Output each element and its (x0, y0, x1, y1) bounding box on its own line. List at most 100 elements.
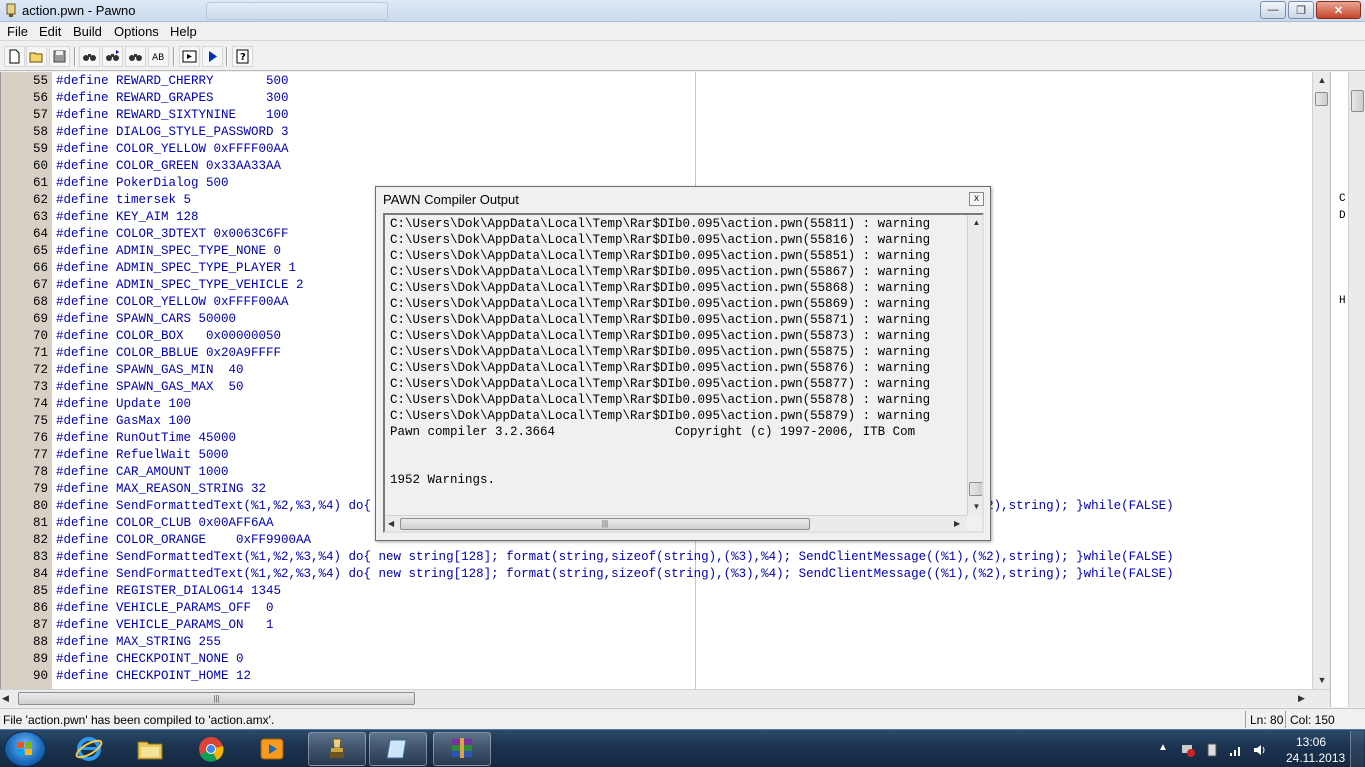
code-line[interactable]: #define COLOR_BOX 0x00000050 (56, 329, 281, 343)
output-horizontal-thumb[interactable]: ||| (400, 518, 810, 530)
output-line[interactable]: C:\Users\Dok\AppData\Local\Temp\Rar$DIb0… (390, 233, 930, 247)
code-line[interactable]: #define SendFormattedText(%1,%2,%3,%4) d… (56, 550, 1174, 564)
compiler-output-list[interactable]: C:\Users\Dok\AppData\Local\Temp\Rar$DIb0… (383, 213, 984, 533)
background-window-tab[interactable] (206, 2, 388, 20)
compile-run-icon[interactable] (202, 46, 223, 67)
scroll-down-icon[interactable]: ▼ (1313, 672, 1331, 689)
code-line[interactable]: #define DIALOG_STYLE_PASSWORD 3 (56, 125, 289, 139)
code-line[interactable]: #define KEY_AIM 128 (56, 210, 199, 224)
code-line[interactable]: #define ADMIN_SPEC_TYPE_PLAYER 1 (56, 261, 296, 275)
media-player-icon[interactable] (243, 732, 301, 766)
editor-horizontal-scrollbar[interactable]: ◀ ||| ▶ (0, 689, 1330, 707)
scroll-right-icon[interactable]: ▶ (1298, 690, 1312, 707)
output-horizontal-scrollbar[interactable]: ◀ ||| ▶ (385, 515, 967, 531)
minimize-button[interactable]: — (1260, 1, 1286, 19)
code-line[interactable]: #define VEHICLE_PARAMS_ON 1 (56, 618, 274, 632)
goto-icon[interactable]: AB (148, 46, 169, 67)
replace-icon[interactable] (125, 46, 146, 67)
output-line[interactable]: C:\Users\Dok\AppData\Local\Temp\Rar$DIb0… (390, 409, 930, 423)
pawno-icon[interactable] (308, 732, 366, 766)
output-line[interactable]: C:\Users\Dok\AppData\Local\Temp\Rar$DIb0… (390, 217, 930, 231)
output-line[interactable]: C:\Users\Dok\AppData\Local\Temp\Rar$DIb0… (390, 329, 930, 343)
output-line[interactable]: C:\Users\Dok\AppData\Local\Temp\Rar$DIb0… (390, 281, 930, 295)
code-line[interactable]: #define SPAWN_GAS_MIN 40 (56, 363, 244, 377)
scroll-left-icon[interactable]: ◀ (2, 690, 16, 707)
winrar-icon[interactable] (433, 732, 491, 766)
output-line[interactable]: C:\Users\Dok\AppData\Local\Temp\Rar$DIb0… (390, 393, 930, 407)
show-hidden-icons-icon[interactable]: ▲ (1158, 742, 1174, 758)
code-line[interactable]: #define GasMax 100 (56, 414, 191, 428)
background-window-scrollbar[interactable] (1348, 72, 1365, 707)
file-explorer-icon[interactable] (121, 732, 179, 766)
output-line[interactable]: Pawn compiler 3.2.3664 Copyright (c) 199… (390, 425, 915, 439)
start-button[interactable] (4, 731, 46, 767)
code-line[interactable]: #define RefuelWait 5000 (56, 448, 229, 462)
notepad-icon[interactable] (369, 732, 427, 766)
internet-explorer-icon[interactable] (60, 732, 118, 766)
horizontal-scroll-thumb[interactable]: ||| (18, 692, 415, 705)
code-line[interactable]: #define timersek 5 (56, 193, 191, 207)
code-line[interactable]: #define COLOR_YELLOW 0xFFFF00AA (56, 142, 289, 156)
open-file-icon[interactable] (26, 46, 47, 67)
menu-build[interactable]: Build (73, 24, 102, 39)
volume-icon[interactable] (1252, 742, 1268, 758)
chrome-icon[interactable] (182, 732, 240, 766)
help-icon[interactable]: ? (232, 46, 253, 67)
scroll-up-icon[interactable]: ▲ (1313, 72, 1331, 89)
find-next-icon[interactable] (102, 46, 123, 67)
code-line[interactable]: #define CAR_AMOUNT 1000 (56, 465, 229, 479)
output-vertical-thumb[interactable] (969, 482, 982, 496)
new-file-icon[interactable] (4, 46, 25, 67)
code-line[interactable]: #define MAX_REASON_STRING 32 (56, 482, 266, 496)
code-line[interactable]: #define COLOR_3DTEXT 0x0063C6FF (56, 227, 289, 241)
show-desktop-button[interactable] (1350, 731, 1364, 767)
output-line[interactable]: C:\Users\Dok\AppData\Local\Temp\Rar$DIb0… (390, 265, 930, 279)
code-line[interactable]: #define CHECKPOINT_NONE 0 (56, 652, 244, 666)
code-line[interactable]: #define COLOR_BBLUE 0x20A9FFFF (56, 346, 281, 360)
menu-file[interactable]: File (7, 24, 28, 39)
output-line[interactable]: C:\Users\Dok\AppData\Local\Temp\Rar$DIb0… (390, 377, 930, 391)
network-error-icon[interactable] (1180, 742, 1196, 758)
output-line[interactable]: C:\Users\Dok\AppData\Local\Temp\Rar$DIb0… (390, 297, 930, 311)
output-line[interactable]: C:\Users\Dok\AppData\Local\Temp\Rar$DIb0… (390, 345, 930, 359)
compile-icon[interactable] (179, 46, 200, 67)
code-line[interactable]: #define SPAWN_CARS 50000 (56, 312, 236, 326)
output-line[interactable]: C:\Users\Dok\AppData\Local\Temp\Rar$DIb0… (390, 361, 930, 375)
output-line[interactable]: C:\Users\Dok\AppData\Local\Temp\Rar$DIb0… (390, 249, 930, 263)
code-line[interactable]: #define COLOR_YELLOW 0xFFFF00AA (56, 295, 289, 309)
editor-vertical-scrollbar[interactable]: ▲ ▼ (1312, 72, 1330, 689)
scroll-up-icon[interactable]: ▲ (968, 215, 982, 231)
code-line[interactable]: #define MAX_STRING 255 (56, 635, 221, 649)
background-scroll-thumb[interactable] (1351, 90, 1364, 112)
clock-date[interactable]: 24.11.2013 (1286, 751, 1345, 765)
device-icon[interactable] (1204, 742, 1220, 758)
menu-edit[interactable]: Edit (39, 24, 61, 39)
code-line[interactable]: #define Update 100 (56, 397, 191, 411)
output-line[interactable]: C:\Users\Dok\AppData\Local\Temp\Rar$DIb0… (390, 313, 930, 327)
clock-time[interactable]: 13:06 (1296, 735, 1326, 749)
find-icon[interactable] (79, 46, 100, 67)
dialog-close-icon[interactable]: x (969, 192, 984, 206)
code-line[interactable]: #define PokerDialog 500 (56, 176, 229, 190)
output-line[interactable]: 1952 Warnings. (390, 473, 495, 487)
code-line[interactable]: #define REWARD_CHERRY 500 (56, 74, 289, 88)
menu-options[interactable]: Options (114, 24, 159, 39)
scroll-down-icon[interactable]: ▼ (968, 499, 982, 515)
vertical-scroll-thumb[interactable] (1315, 92, 1328, 106)
code-line[interactable]: #define REGISTER_DIALOG14 1345 (56, 584, 281, 598)
code-line[interactable]: #define COLOR_ORANGE 0xFF9900AA (56, 533, 311, 547)
menu-help[interactable]: Help (170, 24, 197, 39)
save-icon[interactable] (49, 46, 70, 67)
output-vertical-scrollbar[interactable]: ▲ ▼ (967, 215, 982, 515)
code-line[interactable]: #define SendFormattedText(%1,%2,%3,%4) d… (56, 567, 1174, 581)
code-line[interactable]: #define ADMIN_SPEC_TYPE_VEHICLE 2 (56, 278, 304, 292)
scroll-left-icon[interactable]: ◀ (388, 516, 394, 531)
code-line[interactable]: #define COLOR_CLUB 0x00AFF6AA (56, 516, 274, 530)
maximize-button[interactable]: ❐ (1288, 1, 1314, 19)
code-line[interactable]: #define COLOR_GREEN 0x33AA33AA (56, 159, 281, 173)
code-line[interactable]: #define VEHICLE_PARAMS_OFF 0 (56, 601, 274, 615)
code-line[interactable]: #define RunOutTime 45000 (56, 431, 236, 445)
scroll-right-icon[interactable]: ▶ (954, 516, 960, 531)
code-line[interactable]: #define REWARD_SIXTYNINE 100 (56, 108, 289, 122)
code-line[interactable]: #define REWARD_GRAPES 300 (56, 91, 289, 105)
